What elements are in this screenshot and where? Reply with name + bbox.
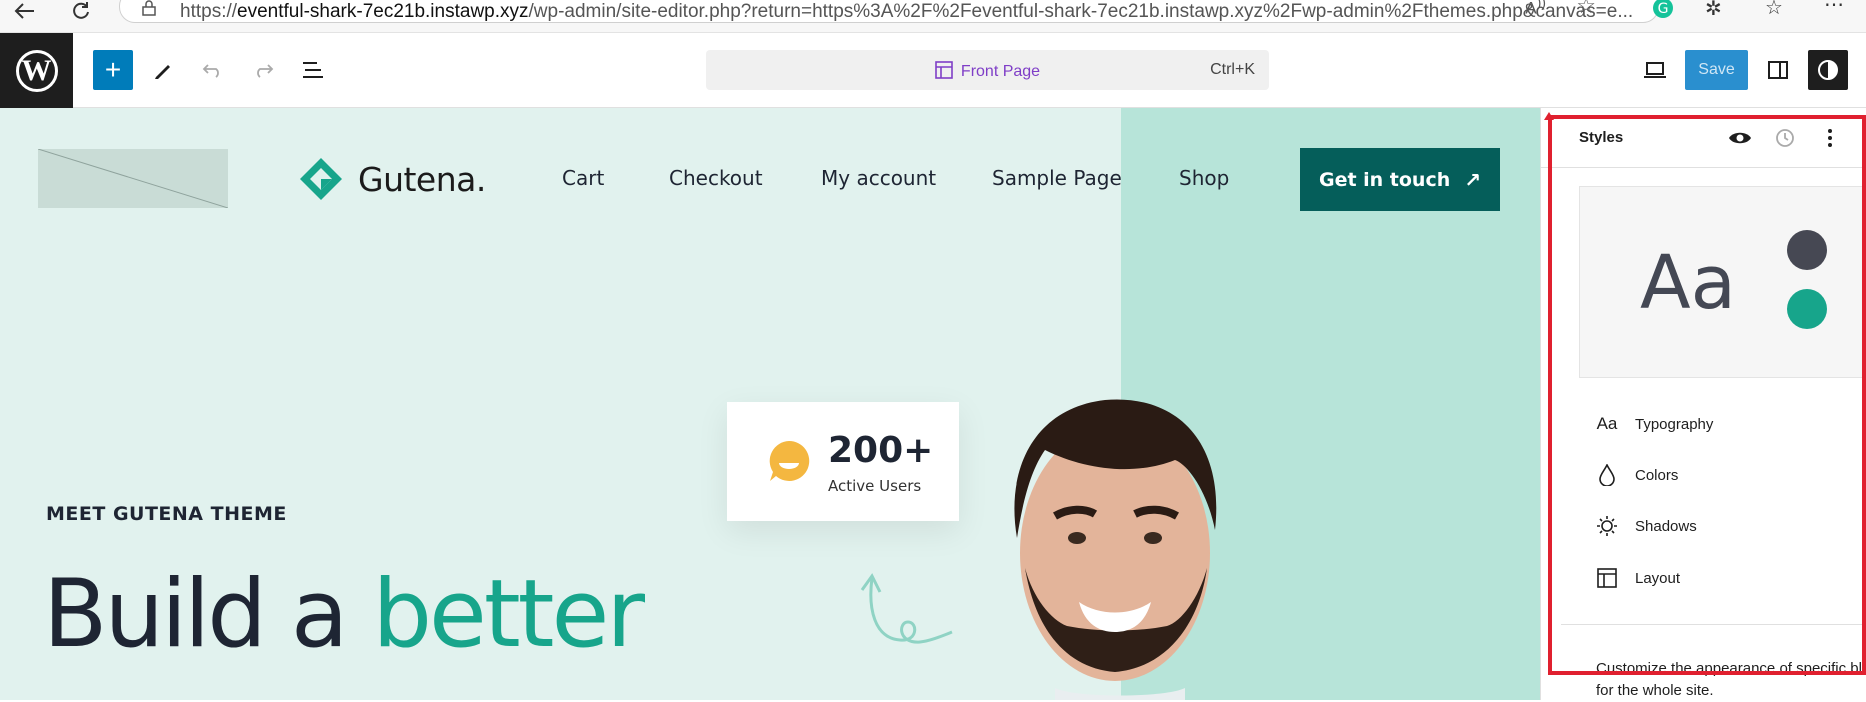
url-text: https://eventful-shark-7ec21b.instawp.xy…: [180, 1, 1634, 22]
primary-color-swatch: [1787, 230, 1827, 270]
template-icon: [935, 61, 953, 79]
extensions-icon[interactable]: ✲: [1705, 0, 1722, 21]
blocks-description: Customize the appearance of specific blo…: [1596, 660, 1866, 699]
nav-link-checkout[interactable]: Checkout: [669, 166, 763, 190]
shortcut-hint: Ctrl+K: [1210, 61, 1255, 78]
typography-icon: Aa: [1596, 414, 1618, 433]
get-in-touch-button[interactable]: Get in touch ↗: [1300, 148, 1500, 211]
half-contrast-icon: [1818, 60, 1838, 80]
layout-icon: [1593, 564, 1621, 592]
grammarly-icon[interactable]: G: [1652, 0, 1674, 24]
wordpress-icon: W: [15, 49, 58, 92]
styles-button[interactable]: [1808, 50, 1848, 90]
settings-button[interactable]: [1758, 50, 1798, 90]
device-preview-button[interactable]: [1635, 50, 1675, 90]
styles-sidebar: Styles Aa Aa Typography Colors Shadows L…: [1540, 108, 1866, 700]
undo-icon: [202, 64, 219, 78]
active-users-card: 200+ Active Users: [727, 402, 959, 521]
pencil-icon: [155, 65, 170, 79]
edit-tools-button[interactable]: [143, 50, 183, 90]
nav-link-my-account[interactable]: My account: [821, 166, 936, 190]
revisions-button[interactable]: [1771, 124, 1799, 152]
document-title: Front Page: [706, 61, 1269, 81]
read-aloud-icon[interactable]: A)): [1525, 0, 1546, 19]
vertical-ellipsis-icon: [1828, 129, 1832, 147]
site-logo-placeholder[interactable]: [38, 149, 228, 208]
secondary-color-swatch: [1787, 289, 1827, 329]
add-block-button[interactable]: +: [93, 50, 133, 90]
back-button[interactable]: [10, 0, 40, 22]
laptop-icon: [1644, 62, 1666, 78]
editor-canvas[interactable]: Gutena. Cart Checkout My account Sample …: [0, 108, 1540, 700]
highlight-caret: [1544, 112, 1554, 120]
styles-item-typography[interactable]: Aa Typography: [1593, 409, 1714, 439]
hero-person-image: [995, 388, 1245, 700]
browser-toolbar: https://eventful-shark-7ec21b.instawp.xy…: [0, 0, 1866, 33]
site-brand[interactable]: Gutena.: [298, 156, 486, 202]
nav-link-sample-page[interactable]: Sample Page: [992, 166, 1122, 190]
nav-link-shop[interactable]: Shop: [1179, 166, 1229, 190]
redo-icon: [257, 64, 274, 78]
arrow-up-right-icon: ↗: [1464, 167, 1482, 192]
command-palette-bar[interactable]: Front Page Ctrl+K: [706, 50, 1269, 90]
document-overview-button[interactable]: [293, 50, 333, 90]
styles-title: Styles: [1579, 129, 1624, 146]
editor-toolbar: W + Front Page Ctrl+K Save: [0, 33, 1866, 108]
styles-item-shadows[interactable]: Shadows: [1593, 511, 1697, 541]
sidebar-icon: [1768, 61, 1788, 79]
lock-icon: [142, 0, 156, 21]
droplet-icon: [1593, 461, 1621, 489]
styles-item-colors[interactable]: Colors: [1593, 460, 1678, 490]
list-view-icon: [303, 62, 323, 78]
eye-icon: [1729, 132, 1751, 144]
more-options-button[interactable]: [1816, 124, 1844, 152]
undo-button[interactable]: [193, 50, 233, 90]
save-button[interactable]: Save: [1685, 50, 1748, 90]
favorite-star-icon[interactable]: ☆: [1576, 0, 1596, 19]
style-preview-card[interactable]: Aa: [1579, 186, 1866, 378]
wordpress-logo-button[interactable]: W: [0, 33, 73, 108]
hero-eyebrow: MEET GUTENA THEME: [46, 503, 287, 525]
refresh-button[interactable]: [66, 0, 96, 22]
chat-smile-icon: [769, 440, 810, 481]
more-menu-icon[interactable]: ⋯: [1824, 0, 1844, 17]
svg-text:G: G: [1658, 1, 1669, 17]
style-book-button[interactable]: [1726, 124, 1754, 152]
nav-link-cart[interactable]: Cart: [562, 166, 604, 190]
favorites-icon[interactable]: ☆: [1765, 0, 1783, 20]
shadow-icon: [1593, 512, 1621, 540]
redo-button[interactable]: [243, 50, 283, 90]
styles-header: Styles: [1541, 108, 1866, 168]
styles-divider: [1561, 624, 1866, 625]
hero-headline: Build a better: [43, 560, 645, 669]
gutena-logo-icon: [300, 158, 342, 200]
address-bar[interactable]: https://eventful-shark-7ec21b.instawp.xy…: [119, 0, 1659, 23]
styles-item-layout[interactable]: Layout: [1593, 563, 1680, 593]
curly-arrow-icon: [860, 573, 953, 644]
history-icon: [1776, 129, 1794, 147]
